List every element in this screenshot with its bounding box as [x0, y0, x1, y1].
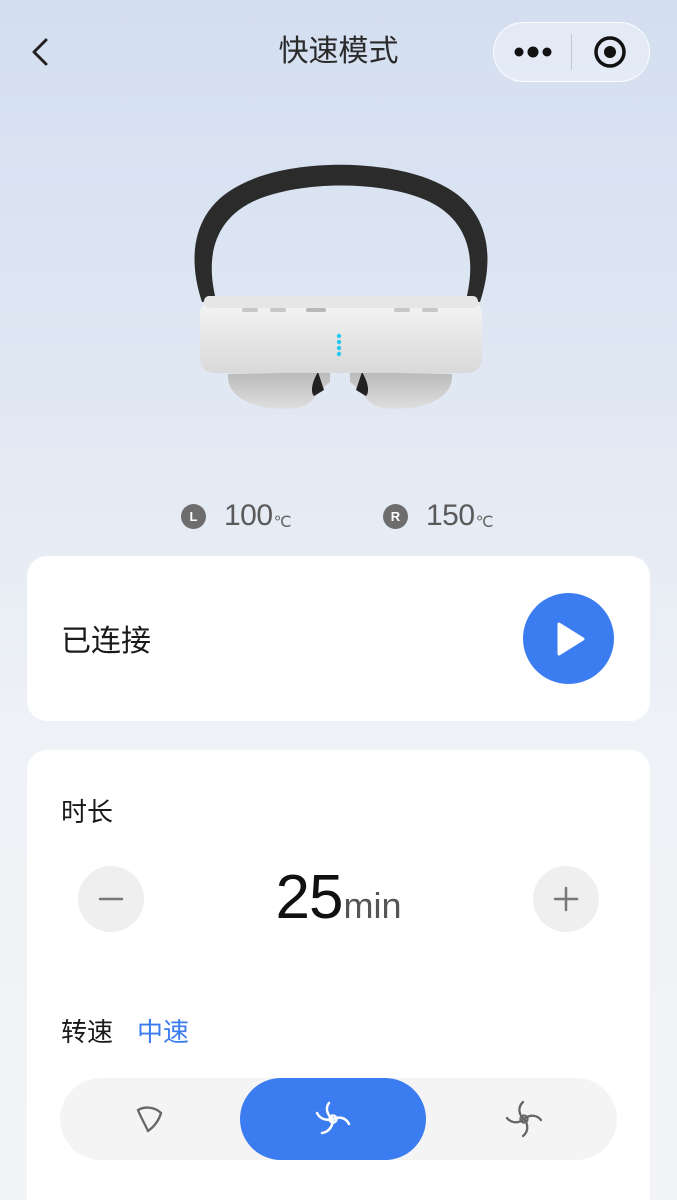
speed-option-high[interactable] — [430, 1078, 617, 1160]
speed-row: 转速 中速 — [61, 1012, 189, 1049]
speed-option-medium[interactable] — [240, 1078, 426, 1160]
more-button[interactable] — [494, 23, 571, 81]
connection-status: 已连接 — [61, 624, 151, 659]
left-temperature: L 100 ℃ — [181, 494, 292, 538]
connection-card: 已连接 — [27, 556, 650, 721]
plus-icon — [553, 886, 579, 912]
nav-bar: 快速模式 — [0, 0, 677, 104]
fan-high-icon — [505, 1100, 542, 1138]
play-icon — [557, 622, 584, 655]
fan-low-icon — [136, 1106, 163, 1133]
right-badge: R — [383, 503, 408, 529]
temperature-row: L 100 ℃ R 150 ℃ — [0, 494, 677, 538]
duration-label: 时长 — [61, 798, 114, 828]
device-image — [180, 150, 500, 430]
fan-mid-icon — [315, 1101, 351, 1135]
left-temperature-value: 100 — [224, 499, 273, 532]
close-miniprogram-button[interactable] — [572, 23, 649, 81]
right-temperature-value: 150 — [426, 499, 475, 532]
speed-option-low[interactable] — [60, 1078, 240, 1160]
increase-duration-button[interactable] — [533, 866, 599, 932]
left-temperature-unit: ℃ — [273, 514, 292, 531]
left-badge: L — [181, 503, 206, 529]
target-icon — [594, 36, 627, 68]
right-temperature-unit: ℃ — [475, 514, 494, 531]
mini-program-capsule — [493, 22, 650, 82]
chevron-left-icon — [32, 38, 48, 66]
more-dots-icon — [514, 46, 551, 58]
duration-value: 25 — [275, 863, 344, 932]
start-button[interactable] — [523, 593, 614, 684]
speed-label: 转速 — [61, 1018, 114, 1048]
speed-value: 中速 — [137, 1018, 190, 1048]
back-button[interactable] — [20, 30, 60, 74]
duration-unit: min — [343, 885, 402, 926]
speed-selector — [60, 1078, 617, 1160]
settings-card: 时长 25min 转速 中速 — [27, 750, 650, 1200]
right-temperature: R 150 ℃ — [383, 494, 494, 538]
